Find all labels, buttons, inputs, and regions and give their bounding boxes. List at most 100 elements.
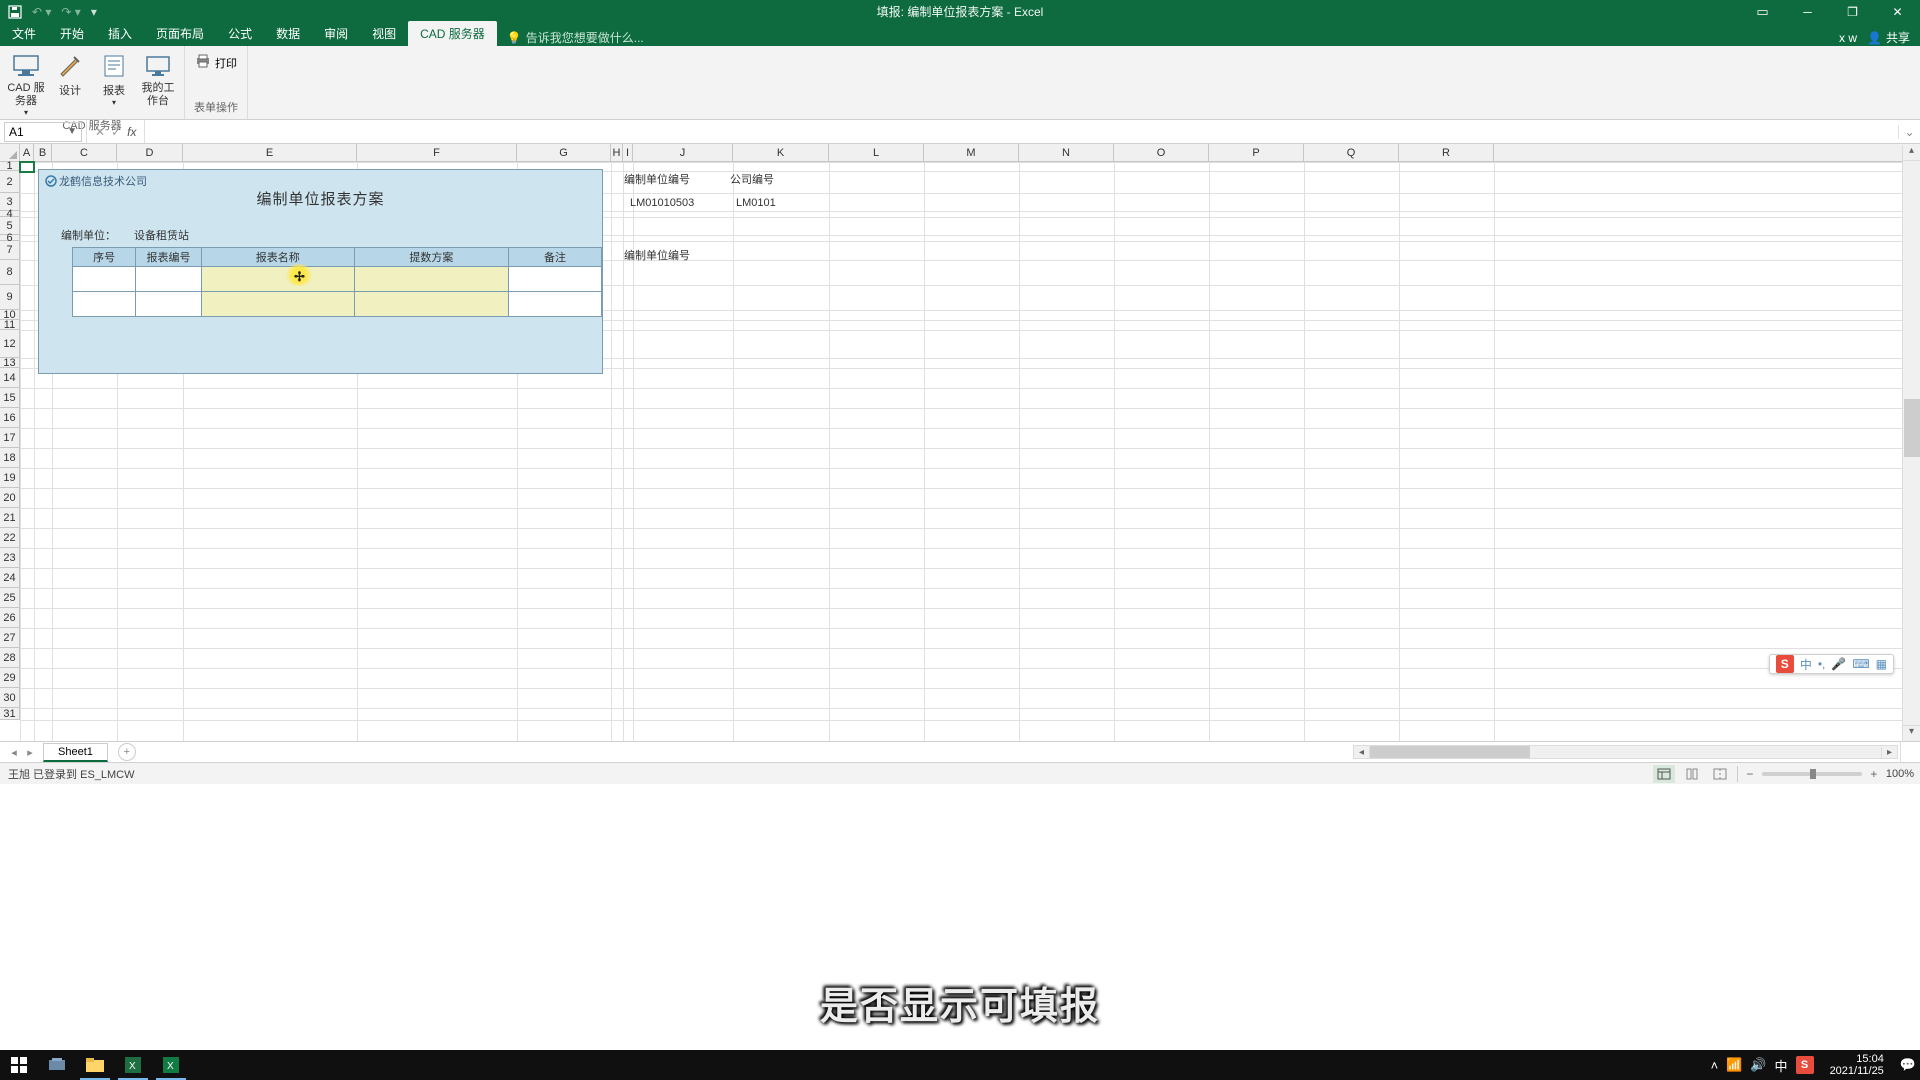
- column-header[interactable]: B: [34, 144, 52, 161]
- redo-icon[interactable]: ↷ ▾: [61, 5, 80, 19]
- column-header[interactable]: K: [733, 144, 829, 161]
- column-header[interactable]: P: [1209, 144, 1304, 161]
- taskbar-excel[interactable]: X: [152, 1050, 190, 1080]
- sheet-nav-first[interactable]: ◂: [6, 746, 22, 759]
- row-header[interactable]: 13: [0, 358, 20, 368]
- row-header[interactable]: 22: [0, 528, 20, 548]
- taskbar-file-explorer[interactable]: [76, 1050, 114, 1080]
- row-header[interactable]: 19: [0, 468, 20, 488]
- mydesk-button[interactable]: 我的工作台: [138, 48, 178, 108]
- select-all-button[interactable]: [0, 144, 20, 161]
- row-header[interactable]: 25: [0, 588, 20, 608]
- tab-pagelayout[interactable]: 页面布局: [144, 21, 216, 46]
- print-button[interactable]: 打印: [191, 52, 241, 73]
- row-header[interactable]: 31: [0, 708, 20, 720]
- row-header[interactable]: 17: [0, 428, 20, 448]
- zoom-handle[interactable]: [1810, 769, 1816, 779]
- view-normal-button[interactable]: [1653, 765, 1675, 783]
- tab-file[interactable]: 文件: [0, 21, 48, 46]
- row-header[interactable]: 21: [0, 508, 20, 528]
- tab-insert[interactable]: 插入: [96, 21, 144, 46]
- row-header[interactable]: 18: [0, 448, 20, 468]
- scroll-left-button[interactable]: ◂: [1354, 747, 1370, 758]
- sheet-nav-last[interactable]: ▸: [22, 746, 38, 759]
- tray-sogou-icon[interactable]: S: [1796, 1056, 1814, 1074]
- row-header[interactable]: 26: [0, 608, 20, 628]
- horizontal-scrollbar[interactable]: ◂ ▸: [1353, 745, 1898, 759]
- tray-notifications-icon[interactable]: 💬: [1900, 1057, 1916, 1073]
- column-header[interactable]: M: [924, 144, 1019, 161]
- cell-editable[interactable]: [354, 267, 508, 292]
- row-header[interactable]: 23: [0, 548, 20, 568]
- tab-cad-server[interactable]: CAD 服务器: [408, 21, 497, 46]
- ime-punct-icon[interactable]: •,: [1818, 657, 1826, 671]
- grid-body[interactable]: 龙鹤信息技术公司 编制单位报表方案 编制单位： 设备租赁站 序号 报表编号 报表…: [20, 162, 1920, 741]
- row-header[interactable]: 15: [0, 388, 20, 408]
- minimize-button[interactable]: ─: [1785, 0, 1830, 23]
- cell[interactable]: [509, 267, 602, 292]
- view-pagebreak-button[interactable]: [1709, 765, 1731, 783]
- ribbon-display-icon[interactable]: ▭: [1740, 0, 1785, 23]
- cell[interactable]: [73, 267, 136, 292]
- row-header[interactable]: 14: [0, 368, 20, 388]
- zoom-out-button[interactable]: −: [1744, 767, 1756, 781]
- share-button[interactable]: 👤 共享: [1867, 29, 1910, 46]
- taskbar-excel-alt[interactable]: X: [114, 1050, 152, 1080]
- cell[interactable]: [509, 292, 602, 317]
- spreadsheet-grid[interactable]: ABCDEFGHIJKLMNOPQR 123456789101112131415…: [0, 144, 1920, 742]
- close-button[interactable]: ✕: [1875, 0, 1920, 23]
- sheet-tab[interactable]: Sheet1: [43, 743, 108, 762]
- row-header[interactable]: 30: [0, 688, 20, 708]
- row-header[interactable]: 24: [0, 568, 20, 588]
- tab-data[interactable]: 数据: [264, 21, 312, 46]
- cell-editable[interactable]: [201, 267, 354, 292]
- cell[interactable]: [136, 292, 201, 317]
- cell-editable[interactable]: [354, 292, 508, 317]
- column-header[interactable]: G: [517, 144, 611, 161]
- column-header[interactable]: F: [357, 144, 517, 161]
- table-row[interactable]: [73, 267, 602, 292]
- cell[interactable]: [73, 292, 136, 317]
- fx-icon[interactable]: fx: [127, 125, 136, 139]
- add-sheet-button[interactable]: +: [118, 743, 136, 761]
- row-header[interactable]: 27: [0, 628, 20, 648]
- zoom-in-button[interactable]: +: [1868, 767, 1880, 781]
- row-header[interactable]: 29: [0, 668, 20, 688]
- ime-mic-icon[interactable]: 🎤: [1831, 657, 1846, 671]
- tab-formulas[interactable]: 公式: [216, 21, 264, 46]
- qat-customize-icon[interactable]: ▾: [91, 5, 97, 19]
- column-header[interactable]: H: [611, 144, 623, 161]
- row-header[interactable]: 7: [0, 241, 20, 260]
- column-header[interactable]: A: [20, 144, 34, 161]
- column-header[interactable]: C: [52, 144, 117, 161]
- report-button[interactable]: 报表 ▾: [94, 48, 134, 107]
- tray-volume-icon[interactable]: 🔊: [1750, 1057, 1766, 1073]
- column-header[interactable]: N: [1019, 144, 1114, 161]
- row-header[interactable]: 8: [0, 260, 20, 285]
- tray-chevron-icon[interactable]: ˄: [1711, 1058, 1719, 1073]
- scroll-up-button[interactable]: ▴: [1903, 145, 1920, 161]
- formula-expand-icon[interactable]: ⌄: [1898, 125, 1920, 139]
- tab-review[interactable]: 审阅: [312, 21, 360, 46]
- row-header[interactable]: 11: [0, 320, 20, 330]
- column-header[interactable]: D: [117, 144, 183, 161]
- tab-home[interactable]: 开始: [48, 21, 96, 46]
- cell-editable[interactable]: [201, 292, 354, 317]
- start-button[interactable]: [0, 1050, 38, 1080]
- scroll-down-button[interactable]: ▾: [1903, 725, 1920, 741]
- scroll-thumb[interactable]: [1904, 399, 1920, 457]
- row-header[interactable]: 1: [0, 162, 20, 171]
- row-header[interactable]: 9: [0, 285, 20, 310]
- taskbar-app-1[interactable]: [38, 1050, 76, 1080]
- tray-ime-lang[interactable]: 中: [1775, 1056, 1788, 1075]
- column-header[interactable]: E: [183, 144, 357, 161]
- name-box[interactable]: A1 ▼: [4, 122, 82, 142]
- maximize-button[interactable]: ❐: [1830, 0, 1875, 23]
- scroll-right-button[interactable]: ▸: [1881, 747, 1897, 758]
- table-row[interactable]: [73, 292, 602, 317]
- column-header[interactable]: Q: [1304, 144, 1399, 161]
- save-icon[interactable]: [8, 5, 22, 19]
- zoom-slider[interactable]: [1762, 772, 1862, 776]
- column-header[interactable]: R: [1399, 144, 1494, 161]
- zoom-level[interactable]: 100%: [1886, 768, 1914, 780]
